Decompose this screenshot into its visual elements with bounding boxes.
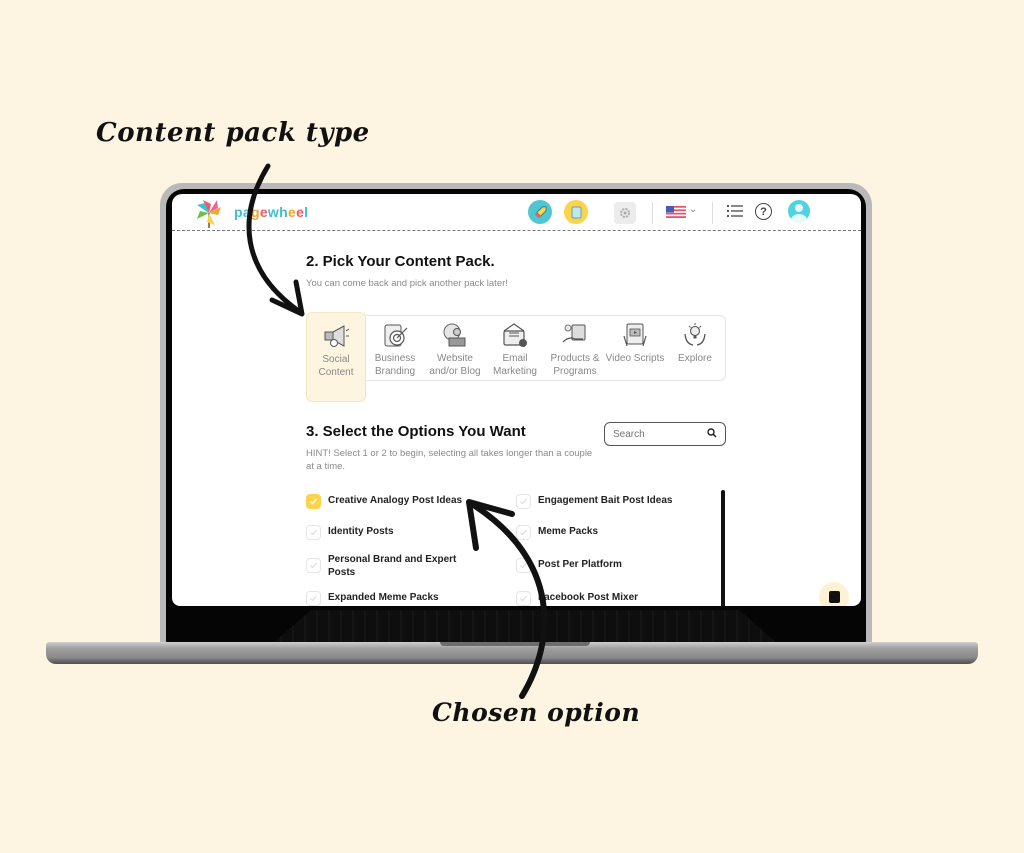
search-input[interactable] xyxy=(613,427,703,442)
checkbox[interactable] xyxy=(306,558,321,573)
checkbox-checked[interactable] xyxy=(306,494,321,509)
annotation-chosen-option: Chosen option xyxy=(432,698,641,727)
brand-letter: e xyxy=(287,204,297,220)
option-personal-brand[interactable]: Personal Brand and Expert Posts xyxy=(306,553,478,579)
chevron-down-icon[interactable]: ⌄ xyxy=(689,204,697,215)
brand-letter: p xyxy=(234,204,243,220)
option-label: Facebook Post Mixer xyxy=(538,592,639,603)
megaphone-icon xyxy=(324,325,350,347)
app-screen: pagewheel ⌄ ? 2. Pick Your Content Pack.… xyxy=(172,194,861,606)
brand-letter: g xyxy=(250,204,260,220)
section-3-hint: HINT! Select 1 or 2 to begin, selecting … xyxy=(306,448,593,472)
checkbox[interactable] xyxy=(516,494,531,509)
pack-social-content[interactable]: Social Content xyxy=(306,312,366,402)
pack-products-programs[interactable]: Products & Programs xyxy=(545,312,605,378)
pinwheel-logo-icon[interactable] xyxy=(193,197,225,229)
annotation-content-pack-type: Content pack type xyxy=(96,118,370,148)
checkbox[interactable] xyxy=(516,558,531,573)
check-icon xyxy=(310,595,317,602)
us-flag-icon[interactable] xyxy=(666,206,686,218)
lightbulb-hands-icon xyxy=(684,323,706,346)
video-script-icon xyxy=(623,323,647,347)
target-clipboard-icon xyxy=(384,324,408,347)
brand-letter: e xyxy=(259,204,268,220)
pack-email-marketing[interactable]: Email Marketing xyxy=(485,312,545,378)
option-label: Meme Packs xyxy=(538,526,599,537)
checkbox[interactable] xyxy=(306,591,321,606)
keyboard-reflection xyxy=(270,610,780,646)
check-icon xyxy=(520,562,527,569)
option-label: Expanded Meme Packs xyxy=(328,592,439,603)
check-icon xyxy=(520,529,527,536)
section-2-title: 2. Pick Your Content Pack. xyxy=(306,253,495,270)
option-label: Creative Analogy Post Ideas xyxy=(328,495,463,506)
help-icon[interactable]: ? xyxy=(755,203,772,220)
rocket-button[interactable] xyxy=(528,200,552,224)
divider xyxy=(712,202,713,224)
avatar-head xyxy=(795,204,803,212)
document-icon xyxy=(571,206,581,218)
envelope-icon xyxy=(503,323,527,347)
rocket-icon xyxy=(534,206,546,218)
web-developer-icon xyxy=(443,323,466,347)
options-search[interactable] xyxy=(604,422,726,446)
brand-letter: e xyxy=(296,204,305,220)
avatar-body xyxy=(791,214,807,222)
pack-business-branding[interactable]: Business Branding xyxy=(365,312,425,378)
pack-label: Video Scripts xyxy=(605,353,665,364)
checkbox[interactable] xyxy=(306,525,321,540)
check-icon xyxy=(520,595,527,602)
option-label: Personal Brand and Expert Posts xyxy=(328,554,457,578)
brand-letter: h xyxy=(279,204,288,220)
pack-label: Social Content xyxy=(318,354,354,378)
product-hand-icon xyxy=(562,324,586,343)
divider xyxy=(652,202,653,224)
brand-letter: l xyxy=(304,204,309,220)
list-icon[interactable] xyxy=(727,204,743,218)
option-identity-posts[interactable]: Identity Posts xyxy=(306,525,478,540)
option-expanded-meme-packs[interactable]: Expanded Meme Packs xyxy=(306,591,478,606)
checkbox[interactable] xyxy=(516,525,531,540)
brand-letter: a xyxy=(242,204,251,220)
settings-button[interactable] xyxy=(614,202,636,224)
pack-video-scripts[interactable]: Video Scripts xyxy=(605,312,665,365)
document-button[interactable] xyxy=(564,200,588,224)
pack-explore[interactable]: Explore xyxy=(665,312,725,365)
gear-icon xyxy=(620,208,630,218)
checkbox[interactable] xyxy=(516,591,531,606)
option-creative-analogy[interactable]: Creative Analogy Post Ideas xyxy=(306,494,478,509)
check-icon xyxy=(310,529,317,536)
pack-label: Products & Programs xyxy=(550,353,600,377)
check-icon xyxy=(520,498,527,505)
chat-icon xyxy=(828,591,840,603)
avatar[interactable] xyxy=(788,200,810,222)
section-3-title: 3. Select the Options You Want xyxy=(306,423,526,440)
brand-name[interactable]: pagewheel xyxy=(234,204,308,220)
option-label: Identity Posts xyxy=(328,526,394,537)
app-header: pagewheel ⌄ ? xyxy=(172,194,861,231)
brand-letter: w xyxy=(267,204,280,220)
pack-label: Business Branding xyxy=(374,353,416,377)
options-scrollbar[interactable] xyxy=(721,490,725,606)
option-meme-packs[interactable]: Meme Packs xyxy=(516,525,688,540)
check-icon xyxy=(310,562,317,569)
option-label: Post Per Platform xyxy=(538,559,622,570)
option-engagement-bait[interactable]: Engagement Bait Post Ideas xyxy=(516,494,688,509)
section-2-subtitle: You can come back and pick another pack … xyxy=(306,278,508,289)
option-label: Engagement Bait Post Ideas xyxy=(538,495,673,506)
option-post-per-platform[interactable]: Post Per Platform xyxy=(516,558,688,573)
pack-label: Explore xyxy=(678,353,712,364)
pack-label: Email Marketing xyxy=(493,353,537,377)
pack-website-blog[interactable]: Website and/or Blog xyxy=(425,312,485,378)
pack-label: Website and/or Blog xyxy=(429,353,481,377)
laptop-notch xyxy=(440,642,590,646)
check-icon xyxy=(310,498,318,505)
search-icon[interactable] xyxy=(707,428,717,438)
option-facebook-post-mixer[interactable]: Facebook Post Mixer xyxy=(516,591,688,606)
chat-button[interactable] xyxy=(819,582,849,606)
